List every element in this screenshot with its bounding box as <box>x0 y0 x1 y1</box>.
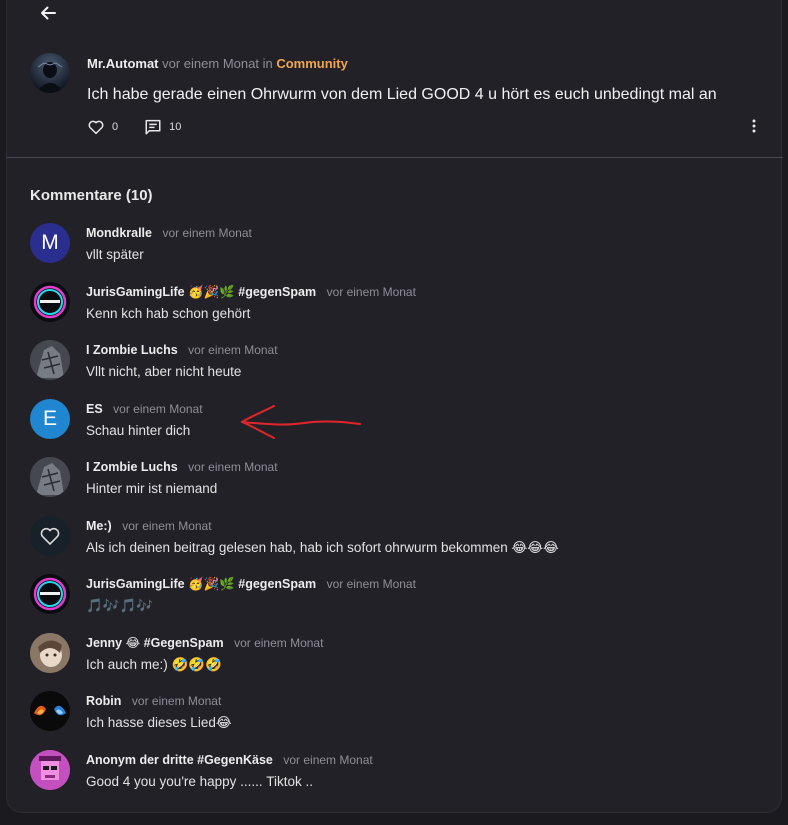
comment-author[interactable]: Robin <box>86 694 121 708</box>
like-button[interactable]: 0 <box>87 118 118 136</box>
comment-count: 10 <box>169 121 182 133</box>
comment-time: vor einem Monat <box>234 635 324 650</box>
comment-time: vor einem Monat <box>113 401 203 416</box>
more-vert-icon <box>752 119 756 133</box>
comment-time: vor einem Monat <box>188 343 278 357</box>
post-panel: Mr.Automat vor einem Monat in Community … <box>6 0 783 813</box>
avatar[interactable] <box>30 632 70 673</box>
comment-text: Good 4 you you're happy ...... Tiktok .. <box>86 773 313 789</box>
comment-item: JurisGamingLife 🥳🎉🌿 #gegenSpam vor einem… <box>7 280 783 339</box>
comment-item: Anonym der dritte #GegenKäse vor einem M… <box>7 748 783 807</box>
avatar[interactable]: E <box>30 398 70 439</box>
post-text: Ich habe gerade einen Ohrwurm von dem Li… <box>87 86 717 103</box>
comment-header: I Zombie Luchs vor einem Monat <box>86 342 278 358</box>
comment-author[interactable]: I Zombie Luchs <box>86 460 178 474</box>
comment-text: Vllt nicht, aber nicht heute <box>86 364 242 379</box>
comment-text: Ich hasse dieses Lied😂 <box>86 715 232 730</box>
post-time: vor einem Monat <box>162 56 259 71</box>
comment-header: ES vor einem Monat <box>86 401 203 417</box>
comment-button[interactable]: 10 <box>144 118 181 136</box>
community-link[interactable]: Community <box>276 56 348 71</box>
more-options-button[interactable] <box>747 118 761 134</box>
back-button[interactable] <box>31 0 65 26</box>
comment-item: Me:) vor einem Monat Als ich deinen beit… <box>7 514 783 573</box>
comment-author[interactable]: Mondkralle <box>86 226 152 240</box>
comment-text: 🎵🎶🎵🎶 <box>86 598 154 613</box>
comment-time: vor einem Monat <box>188 460 278 474</box>
comment-author[interactable]: Anonym der dritte #GegenKäse <box>86 753 273 767</box>
avatar[interactable]: M <box>30 223 70 263</box>
comment-item: I Zombie Luchs vor einem Monat Hinter mi… <box>7 455 783 514</box>
comment-header: Mondkralle vor einem Monat <box>86 225 252 241</box>
comment-text: Kenn kch hab schon gehört <box>86 305 251 321</box>
avatar[interactable] <box>30 457 70 497</box>
comment-header: Jenny 😂 #GegenSpam vor einem Monat <box>86 635 323 651</box>
avatar[interactable] <box>30 749 70 790</box>
comment-item: I Zombie Luchs vor einem Monat Vllt nich… <box>7 338 783 397</box>
comment-text: Schau hinter dich <box>86 422 191 438</box>
heart-icon <box>88 120 104 135</box>
comment-text: vllt später <box>86 247 144 262</box>
comment-text: Als ich deinen beitrag gelesen hab, hab … <box>86 539 559 555</box>
red-arrow-annotation-icon <box>241 405 361 439</box>
comment-header: JurisGamingLife 🥳🎉🌿 #gegenSpam vor einem… <box>86 284 416 300</box>
comment-author[interactable]: ES <box>86 402 103 416</box>
post-in-word: in <box>262 56 273 71</box>
comment-time: vor einem Monat <box>162 226 252 240</box>
avatar[interactable] <box>30 691 70 731</box>
avatar[interactable] <box>30 281 70 322</box>
comment-text: Ich auch me:) 🤣🤣🤣 <box>86 656 222 672</box>
like-count: 0 <box>112 121 119 133</box>
avatar[interactable] <box>30 53 70 93</box>
comment-header: Robin vor einem Monat <box>86 693 221 709</box>
comment-header: Me:) vor einem Monat <box>86 518 212 534</box>
comments-title: Kommentare (10) <box>30 187 153 204</box>
comment-item: Jenny 😂 #GegenSpam vor einem Monat Ich a… <box>7 631 783 690</box>
comment-item: E ES vor einem Monat Schau hinter dich <box>7 397 783 456</box>
comment-time: vor einem Monat <box>326 577 416 591</box>
post-author[interactable]: Mr.Automat <box>87 56 159 71</box>
comment-time: vor einem Monat <box>122 518 212 533</box>
comment-author[interactable]: JurisGamingLife 🥳🎉🌿 #gegenSpam <box>86 577 316 591</box>
avatar-letter: E <box>42 406 57 430</box>
comment-author[interactable]: Me:) <box>86 519 112 533</box>
divider <box>7 157 783 158</box>
comment-time: vor einem Monat <box>283 752 373 767</box>
arrow-left-icon <box>41 6 56 20</box>
avatar[interactable] <box>30 515 70 556</box>
comment-author[interactable]: JurisGamingLife 🥳🎉🌿 #gegenSpam <box>86 285 316 299</box>
comment-header: JurisGamingLife 🥳🎉🌿 #gegenSpam vor einem… <box>86 576 416 592</box>
comment-item: JurisGamingLife 🥳🎉🌿 #gegenSpam vor einem… <box>7 572 783 631</box>
post-meta: Mr.Automat vor einem Monat in Community <box>87 56 348 72</box>
comment-header: I Zombie Luchs vor einem Monat <box>86 459 278 475</box>
comment-time: vor einem Monat <box>131 694 222 708</box>
comment-item: Robin vor einem Monat Ich hasse dieses L… <box>7 689 783 748</box>
comment-author[interactable]: I Zombie Luchs <box>86 343 178 357</box>
comment-icon <box>145 119 161 135</box>
comment-time: vor einem Monat <box>326 284 416 299</box>
comment-text: Hinter mir ist niemand <box>86 481 218 496</box>
comment-author[interactable]: Jenny 😂 #GegenSpam <box>86 636 224 650</box>
comment-item: M Mondkralle vor einem Monat vllt später <box>7 221 783 280</box>
avatar-letter: M <box>41 231 59 254</box>
avatar[interactable] <box>30 574 70 614</box>
comments-list: M Mondkralle vor einem Monat vllt später… <box>7 221 783 806</box>
post-actions: 0 10 <box>87 118 181 136</box>
avatar[interactable] <box>30 340 70 380</box>
comment-header: Anonym der dritte #GegenKäse vor einem M… <box>86 752 373 768</box>
